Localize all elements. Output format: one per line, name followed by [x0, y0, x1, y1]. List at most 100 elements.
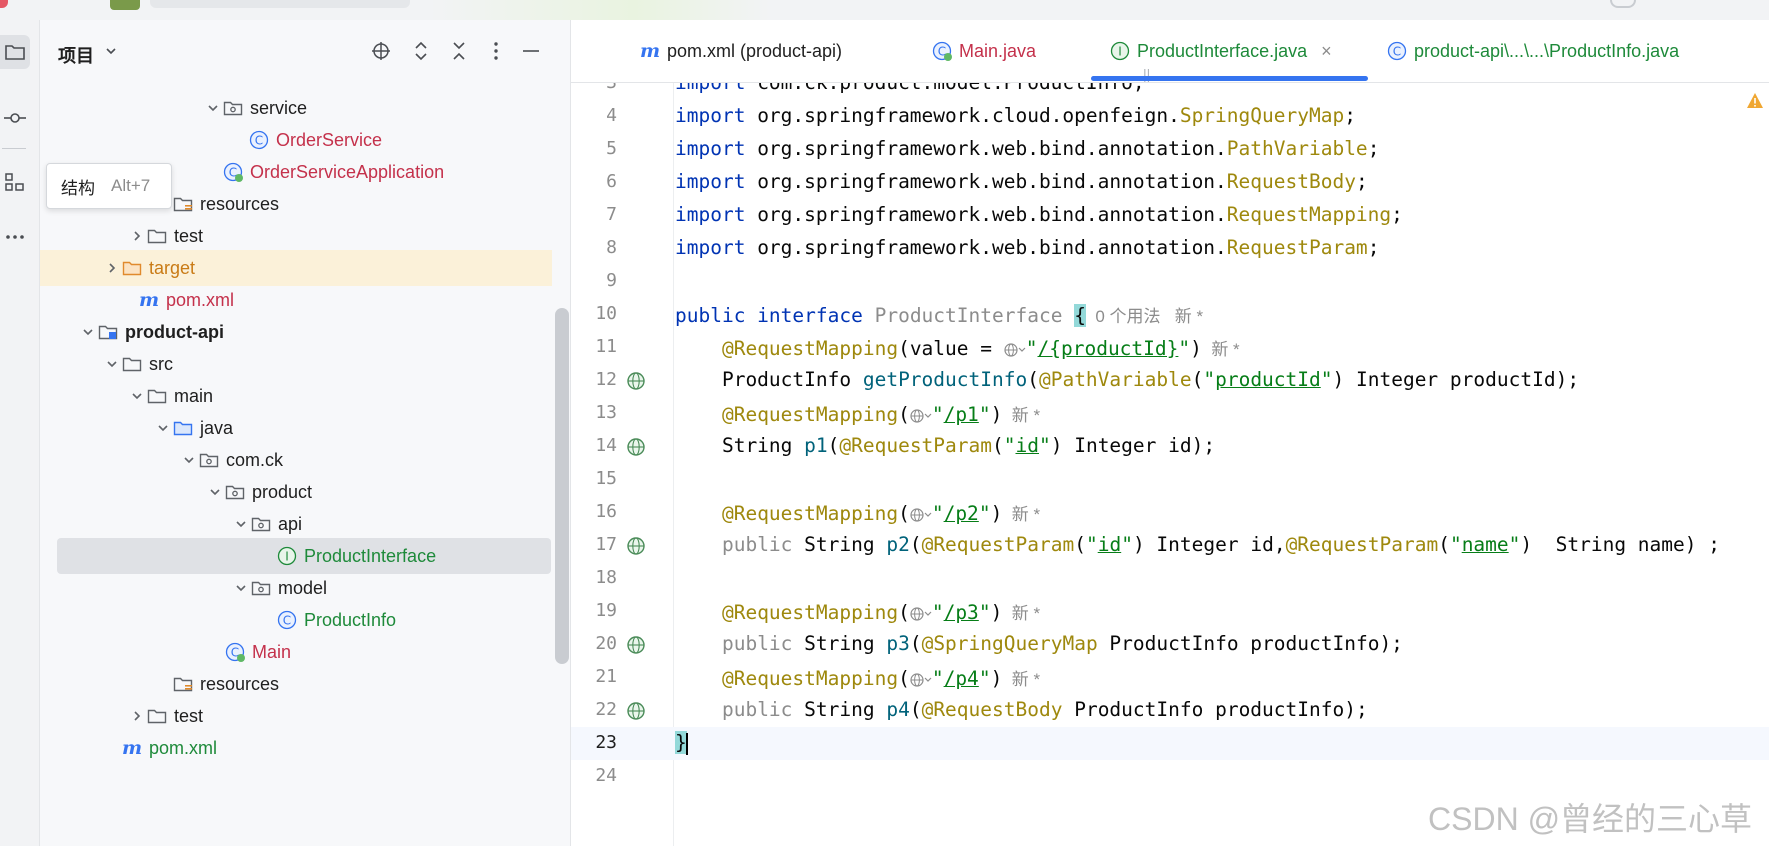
chevron-down-icon[interactable]	[102, 42, 120, 60]
code-line[interactable]: 6 import org.springframework.web.bind.ann…	[571, 166, 1769, 199]
project-folder-icon[interactable]	[0, 35, 30, 69]
code-line[interactable]: 21 @RequestMapping("/p4") 新 *	[571, 661, 1769, 694]
tab-pom-xml-product-api[interactable]: m pom.xml (product-api)	[639, 20, 842, 82]
code-editor[interactable]: 3 import com.ck.product.model.ProductInfo…	[571, 83, 1769, 846]
close-tab-icon[interactable]: ×	[1321, 41, 1332, 62]
expand-all-icon[interactable]	[410, 40, 432, 62]
url-globe-icon[interactable]	[910, 605, 932, 623]
chevron-down-icon[interactable]	[204, 99, 222, 117]
chevron-down-icon[interactable]	[79, 323, 97, 341]
tree-item-test[interactable]: test	[40, 218, 552, 254]
tree-item-pom-xml[interactable]: m pom.xml	[40, 282, 552, 318]
tree-item-orderservice[interactable]: C OrderService	[40, 122, 552, 158]
chevron-right-icon[interactable]	[128, 227, 146, 245]
tree-item-com-ck[interactable]: com.ck	[40, 442, 552, 478]
tree-item-productinfo[interactable]: C ProductInfo	[40, 602, 552, 638]
inlay-hint[interactable]: 新 *	[1002, 505, 1040, 524]
inlay-hint[interactable]: 新 *	[1002, 406, 1040, 425]
code-token: import	[675, 137, 758, 160]
code-line[interactable]: 4 import org.springframework.cloud.openfe…	[571, 100, 1769, 133]
code-line[interactable]: 18	[571, 562, 1769, 595]
tree-item-service[interactable]: service	[40, 90, 552, 126]
more-icon[interactable]	[0, 220, 30, 254]
warning-icon[interactable]	[1746, 92, 1764, 110]
tree-item-product-api[interactable]: product-api	[40, 314, 552, 350]
code-token: (	[898, 667, 910, 690]
web-endpoint-gutter-icon[interactable]	[625, 436, 647, 458]
web-endpoint-gutter-icon[interactable]	[625, 370, 647, 392]
tree-item-main[interactable]: main	[40, 378, 552, 414]
tree-item-model[interactable]: model	[40, 570, 552, 606]
code-line[interactable]: 12 ProductInfo getProductInfo(@PathVaria…	[571, 364, 1769, 397]
code-line[interactable]: 23}	[571, 727, 1769, 760]
hide-panel-icon[interactable]	[520, 40, 542, 62]
chevron-down-icon[interactable]	[232, 579, 250, 597]
tab-product-api-productinfo-java[interactable]: Cproduct-api\...\...\ProductInfo.java	[1386, 20, 1679, 82]
inlay-hint[interactable]: 新 *	[1202, 340, 1239, 359]
chevron-down-icon[interactable]	[206, 483, 224, 501]
code-line[interactable]: 10 public interface ProductInterface { 0 …	[571, 298, 1769, 331]
code-line[interactable]: 11 @RequestMapping(value = "/{productId}…	[571, 331, 1769, 364]
chevron-right-icon[interactable]	[128, 707, 146, 725]
collapse-all-icon[interactable]	[448, 40, 470, 62]
code-line[interactable]: 14 String p1(@RequestParam("id") Integer…	[571, 430, 1769, 463]
tree-item-test[interactable]: test	[40, 698, 552, 734]
tab-label: Main.java	[959, 40, 1037, 61]
url-globe-icon[interactable]	[910, 407, 932, 425]
code-line[interactable]: 15	[571, 463, 1769, 496]
url-globe-icon[interactable]	[1004, 341, 1026, 359]
tree-item-java[interactable]: java	[40, 410, 552, 446]
code-line[interactable]: 16 @RequestMapping("/p2") 新 *	[571, 496, 1769, 529]
tree-item-resources[interactable]: resources	[40, 666, 552, 702]
code-line[interactable]: 5 import org.springframework.web.bind.ann…	[571, 133, 1769, 166]
code-text: public String p2(@RequestParam("id") Int…	[675, 533, 1720, 556]
code-line[interactable]: 20 public String p3(@SpringQueryMap Prod…	[571, 628, 1769, 661]
tree-item-pom-xml[interactable]: m pom.xml	[40, 730, 552, 766]
scrollbar-thumb[interactable]	[555, 308, 569, 664]
profile-icon[interactable]	[1610, 0, 1636, 8]
panel-title[interactable]: 项目	[58, 42, 94, 68]
inlay-hint[interactable]: 0 个用法 新 *	[1086, 307, 1203, 326]
commit-icon[interactable]	[0, 101, 30, 135]
web-endpoint-gutter-icon[interactable]	[625, 700, 647, 722]
url-globe-icon[interactable]	[910, 506, 932, 524]
tree-item-target[interactable]: target	[40, 250, 552, 286]
code-line[interactable]: 13 @RequestMapping("/p1") 新 *	[571, 397, 1769, 430]
tree-item-main[interactable]: C Main	[40, 634, 552, 670]
close-window-dot[interactable]	[0, 0, 8, 8]
tree-item-api[interactable]: api	[40, 506, 552, 542]
tab-main-java[interactable]: C Main.java	[931, 20, 1036, 82]
module-icon	[97, 321, 119, 343]
tree-item-src[interactable]: src	[40, 346, 552, 382]
chevron-down-icon[interactable]	[180, 451, 198, 469]
code-token: "	[1508, 533, 1521, 556]
project-badge-icon[interactable]	[110, 0, 140, 10]
chevron-down-icon[interactable]	[128, 387, 146, 405]
url-globe-icon[interactable]	[910, 671, 932, 689]
code-line[interactable]: 9	[571, 265, 1769, 298]
code-line[interactable]: 3 import com.ck.product.model.ProductInfo…	[571, 83, 1769, 100]
code-line[interactable]: 17 public String p2(@RequestParam("id") …	[571, 529, 1769, 562]
chevron-down-icon[interactable]	[154, 419, 172, 437]
locate-icon[interactable]	[370, 40, 392, 62]
web-endpoint-gutter-icon[interactable]	[625, 634, 647, 656]
code-line[interactable]: 19 @RequestMapping("/p3") 新 *	[571, 595, 1769, 628]
chevron-right-icon[interactable]	[103, 259, 121, 277]
inlay-hint[interactable]: 新 *	[1002, 670, 1040, 689]
web-endpoint-gutter-icon[interactable]	[625, 535, 647, 557]
chevron-down-icon[interactable]	[232, 515, 250, 533]
folder-icon	[146, 225, 168, 247]
tree-item-productinterface[interactable]: I ProductInterface	[57, 538, 551, 574]
line-number: 21	[595, 666, 617, 687]
tab-productinterface-java[interactable]: I ProductInterface.java ×	[1109, 20, 1332, 82]
chevron-down-icon[interactable]	[103, 355, 121, 373]
code-line[interactable]: 7 import org.springframework.web.bind.ann…	[571, 199, 1769, 232]
code-line[interactable]: 24	[571, 760, 1769, 793]
code-line[interactable]: 22 public String p4(@RequestBody Product…	[571, 694, 1769, 727]
structure-icon[interactable]	[0, 165, 30, 199]
code-token: "	[1178, 337, 1191, 360]
inlay-hint[interactable]: 新 *	[1002, 604, 1040, 623]
code-line[interactable]: 8 import org.springframework.web.bind.ann…	[571, 232, 1769, 265]
tree-item-product[interactable]: product	[40, 474, 552, 510]
options-icon[interactable]	[485, 40, 507, 62]
